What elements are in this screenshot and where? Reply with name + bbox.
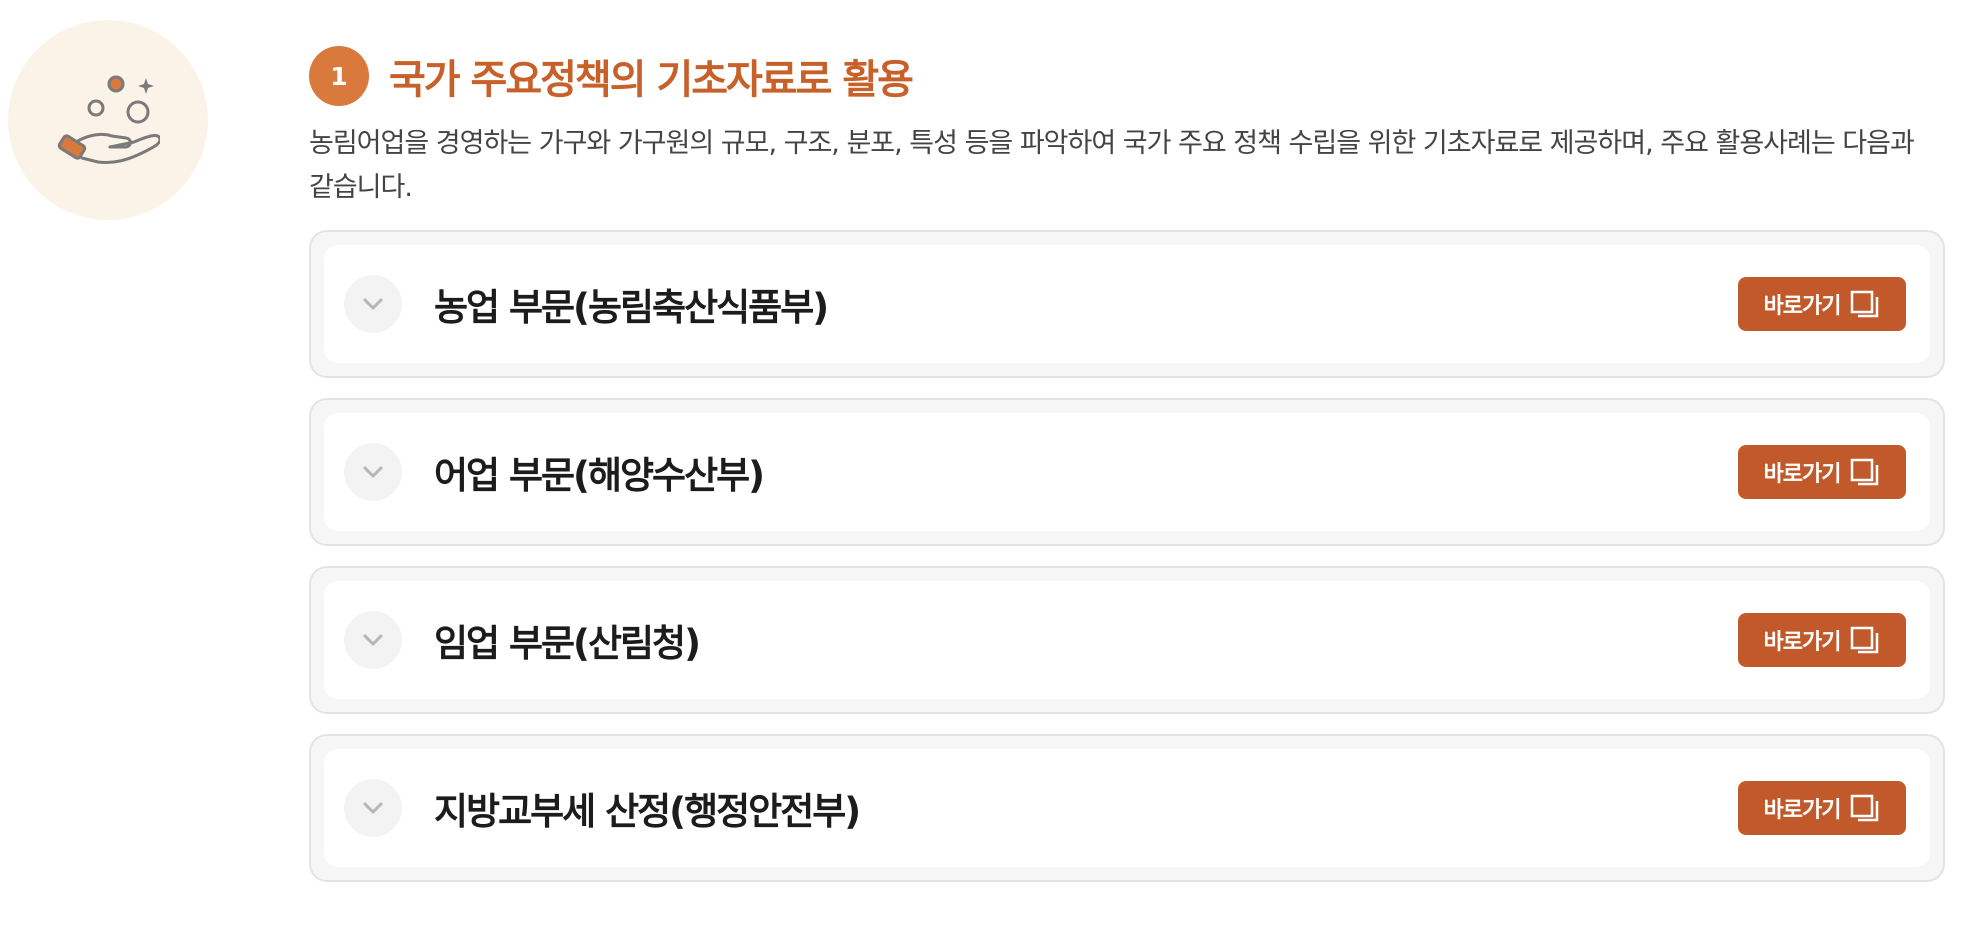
new-window-icon — [1851, 626, 1879, 654]
policy-usage-section: 1 국가 주요정책의 기초자료로 활용 농림어업을 경영하는 가구와 가구원의 … — [309, 46, 1949, 902]
accordion-header[interactable]: 어업 부문(해양수산부) 바로가기 — [324, 413, 1930, 531]
go-link-button[interactable]: 바로가기 — [1738, 277, 1906, 331]
chevron-down-icon[interactable] — [344, 611, 402, 669]
chevron-down-icon[interactable] — [344, 275, 402, 333]
section-icon-circle — [8, 20, 208, 220]
accordion-item-title[interactable]: 어업 부문(해양수산부) — [434, 445, 1738, 499]
section-description: 농림어업을 경영하는 가구와 가구원의 규모, 구조, 분포, 특성 등을 파악… — [309, 128, 1915, 203]
accordion-item-title[interactable]: 임업 부문(산림청) — [434, 613, 1738, 667]
hand-with-coins-icon — [57, 75, 160, 164]
go-link-label: 바로가기 — [1763, 462, 1842, 487]
section-header: 1 국가 주요정책의 기초자료로 활용 — [309, 46, 1949, 106]
section-number-badge: 1 — [309, 46, 369, 106]
accordion-item-local-grant[interactable]: 지방교부세 산정(행정안전부) 바로가기 — [309, 734, 1945, 882]
new-window-icon — [1851, 794, 1879, 822]
go-link-label: 바로가기 — [1763, 294, 1842, 319]
accordion-item-title[interactable]: 지방교부세 산정(행정안전부) — [434, 781, 1738, 835]
go-link-button[interactable]: 바로가기 — [1738, 781, 1906, 835]
accordion-list: 농업 부문(농림축산식품부) 바로가기 어업 부문(해양수산부) 바로가기 임업… — [309, 230, 1949, 882]
new-window-icon — [1851, 290, 1879, 318]
go-link-label: 바로가기 — [1763, 630, 1842, 655]
accordion-header[interactable]: 임업 부문(산림청) 바로가기 — [324, 581, 1930, 699]
section-title: 국가 주요정책의 기초자료로 활용 — [389, 57, 914, 103]
go-link-button[interactable]: 바로가기 — [1738, 445, 1906, 499]
accordion-item-fishery[interactable]: 어업 부문(해양수산부) 바로가기 — [309, 398, 1945, 546]
go-link-label: 바로가기 — [1763, 798, 1842, 823]
go-link-button[interactable]: 바로가기 — [1738, 613, 1906, 667]
accordion-header[interactable]: 농업 부문(농림축산식품부) 바로가기 — [324, 245, 1930, 363]
chevron-down-icon[interactable] — [344, 779, 402, 837]
accordion-item-title[interactable]: 농업 부문(농림축산식품부) — [434, 277, 1738, 331]
new-window-icon — [1851, 458, 1879, 486]
accordion-header[interactable]: 지방교부세 산정(행정안전부) 바로가기 — [324, 749, 1930, 867]
accordion-item-agriculture[interactable]: 농업 부문(농림축산식품부) 바로가기 — [309, 230, 1945, 378]
chevron-down-icon[interactable] — [344, 443, 402, 501]
accordion-item-forestry[interactable]: 임업 부문(산림청) 바로가기 — [309, 566, 1945, 714]
